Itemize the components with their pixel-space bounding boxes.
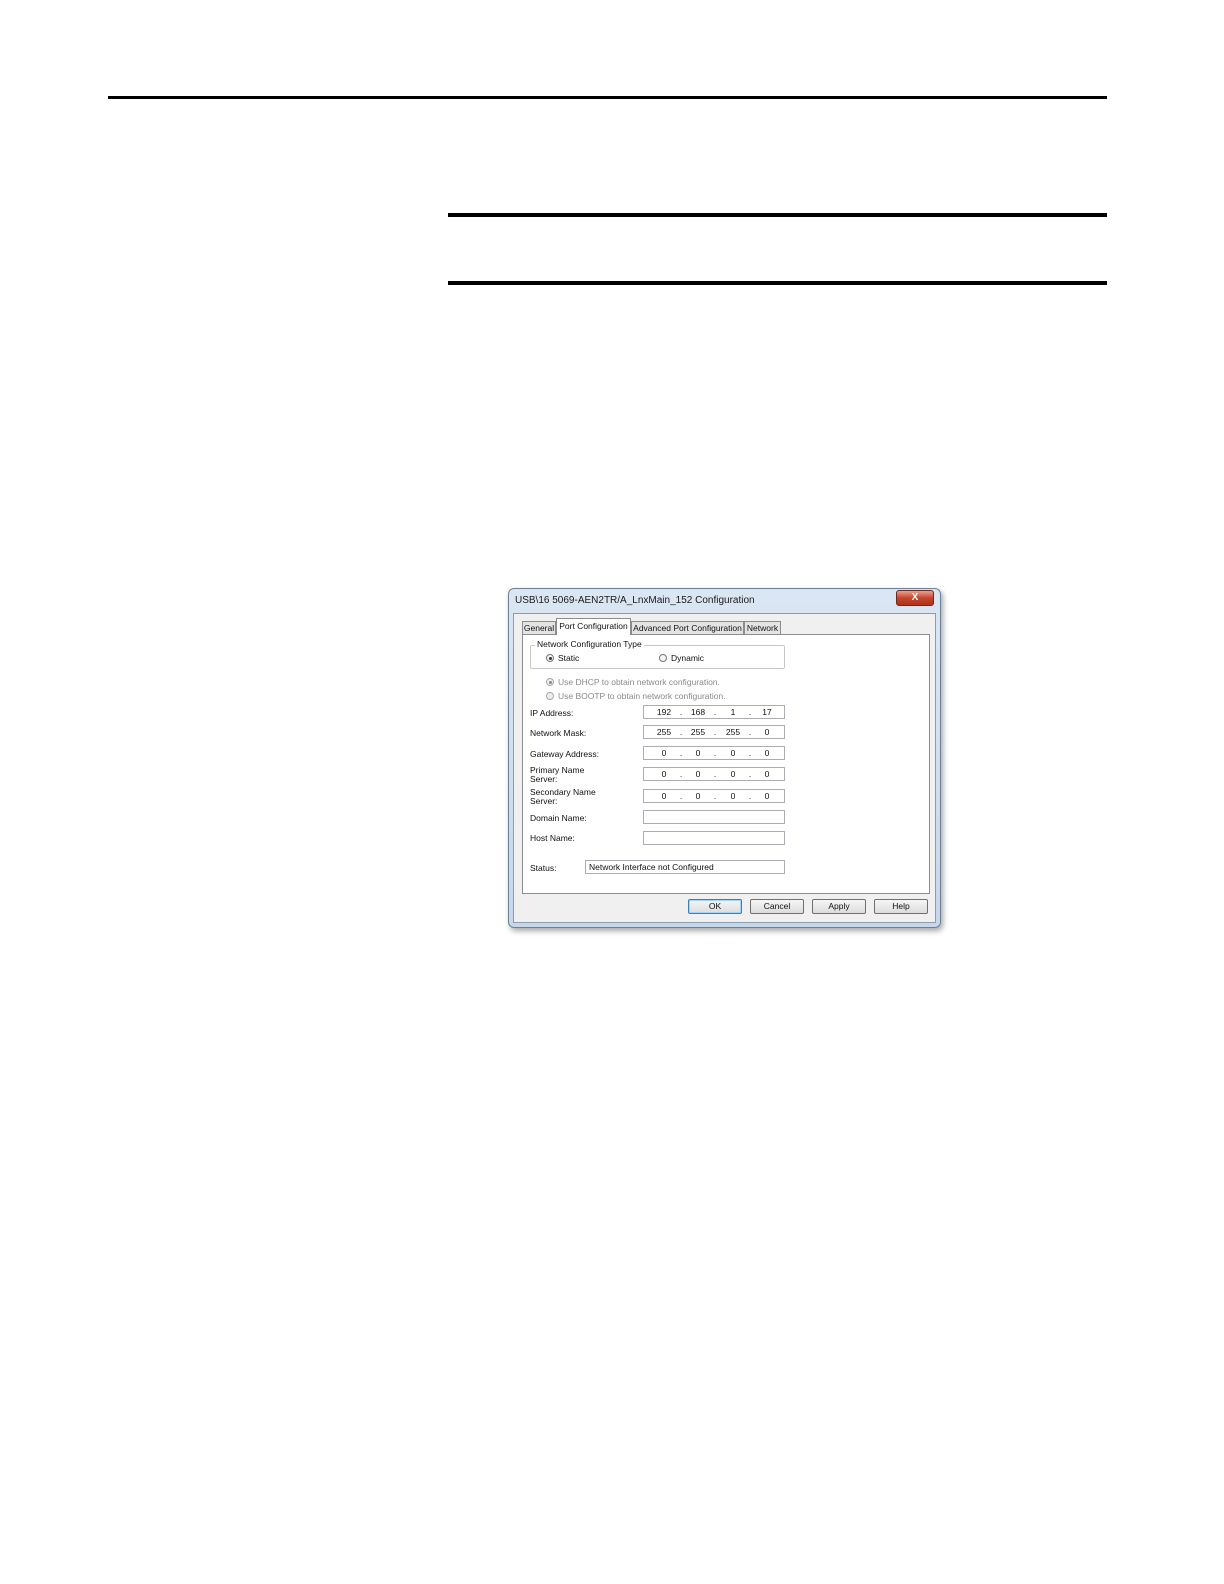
configuration-dialog: USB\16 5069-AEN2TR/A_LnxMain_152 Configu… xyxy=(508,588,941,928)
primary-dns-octet-2: 0 xyxy=(695,769,701,779)
gateway-dot: . xyxy=(748,748,752,758)
primary-dns-octet-3: 0 xyxy=(730,769,736,779)
static-label[interactable]: Static xyxy=(558,653,579,663)
dhcp-label[interactable]: Use DHCP to obtain network configuration… xyxy=(558,677,720,687)
secondary-dns-dot: . xyxy=(713,791,717,801)
gateway-octet-3: 0 xyxy=(730,748,736,758)
tab-port-configuration[interactable]: Port Configuration xyxy=(556,618,631,635)
mask-dot: . xyxy=(713,727,717,737)
ip-octet-1: 192 xyxy=(656,707,672,717)
dialog-titlebar: USB\16 5069-AEN2TR/A_LnxMain_152 Configu… xyxy=(509,589,940,613)
primary-dns-label-line2: Server: xyxy=(530,774,558,784)
tab-network[interactable]: Network xyxy=(744,621,781,634)
secondary-dns-octet-1: 0 xyxy=(661,791,667,801)
mask-dot: . xyxy=(679,727,683,737)
secondary-dns-dot: . xyxy=(748,791,752,801)
close-icon: X xyxy=(911,592,919,603)
host-name-label: Host Name: xyxy=(530,833,575,843)
mask-dot: . xyxy=(748,727,752,737)
ip-octet-3: 1 xyxy=(730,707,736,717)
primary-dns-octet-1: 0 xyxy=(661,769,667,779)
primary-dns-octet-4: 0 xyxy=(764,769,770,779)
ip-address-label: IP Address: xyxy=(530,708,574,718)
primary-dns-input[interactable]: 0 . 0 . 0 . 0 xyxy=(643,767,785,781)
ip-dot: . xyxy=(679,707,683,717)
ip-octet-2: 168 xyxy=(690,707,706,717)
gateway-address-input[interactable]: 0 . 0 . 0 . 0 xyxy=(643,746,785,760)
gateway-label: Gateway Address: xyxy=(530,749,599,759)
gateway-dot: . xyxy=(713,748,717,758)
domain-name-label: Domain Name: xyxy=(530,813,587,823)
dynamic-label[interactable]: Dynamic xyxy=(671,653,704,663)
network-mask-input[interactable]: 255 . 255 . 255 . 0 xyxy=(643,725,785,739)
gateway-dot: . xyxy=(679,748,683,758)
ip-octet-4: 17 xyxy=(762,707,772,717)
ok-button[interactable]: OK xyxy=(688,899,742,914)
help-button[interactable]: Help xyxy=(874,899,928,914)
host-name-input[interactable] xyxy=(643,831,785,845)
secondary-dns-label-line2: Server: xyxy=(530,796,558,806)
group-title: Network Configuration Type xyxy=(535,639,644,649)
static-radio[interactable] xyxy=(546,654,554,662)
network-config-type-group: Network Configuration Type Static Dynami… xyxy=(530,639,785,669)
mask-octet-4: 0 xyxy=(764,727,770,737)
ip-address-input[interactable]: 192 . 168 . 1 . 17 xyxy=(643,705,785,719)
secondary-dns-octet-4: 0 xyxy=(764,791,770,801)
important-box-top-rule xyxy=(448,213,1107,217)
primary-dns-dot: . xyxy=(679,769,683,779)
secondary-dns-octet-3: 0 xyxy=(730,791,736,801)
tab-general[interactable]: General xyxy=(522,621,556,634)
gateway-octet-4: 0 xyxy=(764,748,770,758)
ip-dot: . xyxy=(748,707,752,717)
bootp-radio[interactable] xyxy=(546,692,554,700)
mask-octet-2: 255 xyxy=(690,727,706,737)
secondary-dns-dot: . xyxy=(679,791,683,801)
mask-octet-3: 255 xyxy=(725,727,741,737)
mask-octet-1: 255 xyxy=(656,727,672,737)
status-field: Network Interface not Configured xyxy=(585,860,785,874)
network-mask-label: Network Mask: xyxy=(530,728,587,738)
domain-name-input[interactable] xyxy=(643,810,785,824)
port-configuration-panel: Network Configuration Type Static Dynami… xyxy=(522,634,930,894)
secondary-dns-input[interactable]: 0 . 0 . 0 . 0 xyxy=(643,789,785,803)
important-box-bottom-rule xyxy=(448,281,1107,285)
dialog-title: USB\16 5069-AEN2TR/A_LnxMain_152 Configu… xyxy=(515,595,755,606)
close-button[interactable]: X xyxy=(896,590,934,606)
ip-dot: . xyxy=(713,707,717,717)
page-top-rule xyxy=(108,96,1107,99)
tab-advanced-port-configuration[interactable]: Advanced Port Configuration xyxy=(631,621,744,634)
cancel-button[interactable]: Cancel xyxy=(750,899,804,914)
secondary-dns-octet-2: 0 xyxy=(695,791,701,801)
apply-button[interactable]: Apply xyxy=(812,899,866,914)
dialog-client-area: General Port Configuration Advanced Port… xyxy=(513,613,936,923)
status-label: Status: xyxy=(530,863,557,873)
primary-dns-dot: . xyxy=(748,769,752,779)
primary-dns-dot: . xyxy=(713,769,717,779)
gateway-octet-2: 0 xyxy=(695,748,701,758)
gateway-octet-1: 0 xyxy=(661,748,667,758)
dynamic-radio[interactable] xyxy=(659,654,667,662)
bootp-label[interactable]: Use BOOTP to obtain network configuratio… xyxy=(558,691,726,701)
dhcp-radio[interactable] xyxy=(546,678,554,686)
